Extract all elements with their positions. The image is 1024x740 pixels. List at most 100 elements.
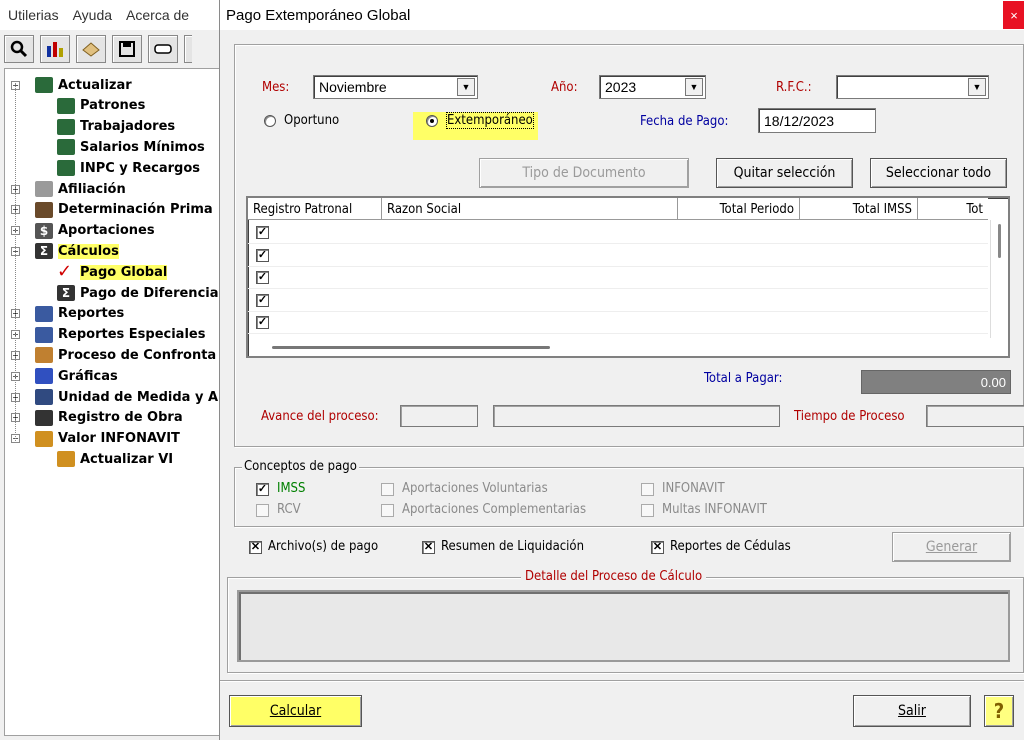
tree-item[interactable]: Patrones	[57, 96, 145, 116]
quitar-seleccion-button[interactable]: Quitar selección	[716, 158, 853, 188]
tree-item[interactable]: Salarios Mínimos	[57, 137, 205, 157]
tree-item[interactable]: ✓ Pago Global	[57, 262, 168, 282]
row-checkbox[interactable]: ✓	[256, 248, 269, 262]
row-checkbox[interactable]: ✓	[256, 293, 269, 307]
aport-complementarias-checkbox[interactable]	[381, 504, 394, 517]
tree-item[interactable]: + Afiliación	[11, 179, 126, 199]
magnifier-icon[interactable]	[4, 35, 34, 63]
table-row[interactable]: ✓	[248, 312, 988, 334]
tools-icon[interactable]	[76, 35, 106, 63]
tree-item[interactable]: Actualizar VI	[57, 449, 173, 469]
salir-button[interactable]: Salir	[853, 695, 971, 727]
tree-item-label: Proceso de Confronta	[58, 347, 217, 363]
people-icon	[57, 97, 75, 114]
resumen-liquidacion-checkbox[interactable]: ✕	[422, 541, 435, 554]
tree-item[interactable]: − Σ Cálculos	[11, 241, 119, 261]
tree-item-label: INPC y Recargos	[80, 160, 201, 176]
close-icon[interactable]: ×	[1003, 1, 1024, 29]
rcv-checkbox[interactable]	[256, 504, 269, 517]
aport-voluntarias-checkbox[interactable]	[381, 483, 394, 496]
calcular-button[interactable]: Calcular	[229, 695, 362, 727]
radio-oportuno[interactable]	[264, 115, 276, 127]
tree-item-label: Cálculos	[58, 243, 119, 259]
col-registro-patronal[interactable]: Registro Patronal	[248, 198, 382, 220]
mes-value: Noviembre	[319, 79, 387, 95]
tree-item-label: Determinación Prima	[58, 202, 213, 218]
navigation-tree: − Actualizar Patrones Trabajadores Salarios …	[4, 68, 221, 736]
reports-icon	[35, 305, 53, 322]
dialog-title: Pago Extemporáneo Global	[226, 6, 411, 24]
tree-item[interactable]: − Actualizar	[11, 75, 132, 95]
menu-acerca-de[interactable]: Acerca de	[126, 7, 189, 23]
tree-item[interactable]: Σ Pago de Diferencias	[57, 283, 220, 303]
chart-icon[interactable]	[40, 35, 70, 63]
tree-item[interactable]: INPC y Recargos	[57, 158, 200, 178]
tree-item-label: Reportes	[58, 306, 125, 322]
tree-item[interactable]: + Reportes	[11, 304, 124, 324]
grid-horizontal-scrollbar[interactable]	[272, 346, 550, 349]
avance-box	[400, 405, 478, 427]
help-icon[interactable]: ?	[984, 695, 1014, 727]
tree-item-label: Gráficas	[58, 368, 118, 384]
menu-utilerias[interactable]: Utilerias	[8, 7, 59, 23]
aport-complementarias-label: Aportaciones Complementarias	[402, 502, 587, 517]
table-row[interactable]: ✓	[248, 245, 988, 267]
money-bag-icon	[35, 430, 53, 447]
tree-item[interactable]: + Reportes Especiales	[11, 325, 205, 345]
radio-extemporaneo[interactable]	[426, 115, 438, 127]
grid-header: Registro Patronal Razon Social Total Per…	[248, 198, 988, 220]
anio-select[interactable]: 2023 ▼	[599, 75, 706, 99]
chevron-down-icon[interactable]: ▼	[685, 78, 703, 96]
multas-infonavit-checkbox[interactable]	[641, 504, 654, 517]
table-row[interactable]: ✓	[248, 267, 988, 289]
col-total-periodo[interactable]: Total Periodo	[678, 198, 800, 220]
tree-item[interactable]: Trabajadores	[57, 117, 175, 137]
tree-item-label: Patrones	[80, 98, 146, 114]
tree-item[interactable]: + $ Aportaciones	[11, 221, 155, 241]
archivos-pago-checkbox[interactable]: ✕	[249, 541, 262, 554]
save-icon[interactable]	[112, 35, 142, 63]
more-icon[interactable]	[184, 35, 192, 63]
tree-item[interactable]: − Valor INFONAVIT	[11, 429, 180, 449]
chevron-down-icon[interactable]: ▼	[457, 78, 475, 96]
tree-item[interactable]: + Gráficas	[11, 366, 118, 386]
row-checkbox[interactable]: ✓	[256, 271, 269, 284]
anio-value: 2023	[605, 79, 637, 95]
mes-select[interactable]: Noviembre ▼	[313, 75, 478, 99]
tree-item[interactable]: + Unidad de Medida y A	[11, 387, 218, 407]
table-row[interactable]: ✓	[248, 222, 988, 244]
rfc-select[interactable]: ▼	[836, 75, 989, 99]
tipo-documento-button[interactable]: Tipo de Documento	[479, 158, 689, 188]
conceptos-title: Conceptos de pago	[242, 459, 359, 474]
menu-ayuda[interactable]: Ayuda	[73, 7, 112, 23]
calculator-icon	[35, 389, 53, 405]
chevron-down-icon[interactable]: ▼	[968, 78, 986, 96]
tree-item[interactable]: + Determinación Prima	[11, 200, 213, 220]
row-checkbox[interactable]: ✓	[256, 316, 269, 329]
reportes-cedulas-checkbox[interactable]: ✕	[651, 541, 664, 554]
fecha-pago-input[interactable]: 18/12/2023	[758, 108, 876, 133]
tree-item-label: Aportaciones	[58, 223, 155, 239]
seleccionar-todo-button[interactable]: Seleccionar todo	[870, 158, 1007, 188]
people-icon	[57, 160, 75, 177]
generar-button[interactable]: Generar	[892, 532, 1011, 562]
col-total-imss[interactable]: Total IMSS	[800, 198, 918, 220]
aport-voluntarias-label: Aportaciones Voluntarias	[402, 481, 548, 496]
table-row[interactable]: ✓	[248, 290, 988, 312]
archivos-pago-label: Archivo(s) de pago	[268, 539, 379, 554]
grid-vertical-scrollbar[interactable]	[990, 220, 1008, 338]
radio-extemporaneo-label: Extemporáneo	[446, 112, 534, 129]
infonavit-checkbox[interactable]	[641, 483, 654, 496]
col-razon-social[interactable]: Razon Social	[382, 198, 678, 220]
tiempo-label: Tiempo de Proceso	[794, 409, 905, 424]
tree-item-label: Registro de Obra	[58, 410, 183, 426]
scroll-thumb[interactable]	[998, 224, 1001, 258]
tree-item[interactable]: + Proceso de Confronta	[11, 345, 216, 365]
imss-label: IMSS	[277, 481, 306, 496]
row-checkbox[interactable]: ✓	[256, 226, 269, 239]
imss-checkbox[interactable]: ✓	[256, 483, 269, 496]
button-icon[interactable]	[148, 35, 178, 63]
rcv-label: RCV	[277, 502, 301, 517]
col-tot[interactable]: Tot	[918, 198, 988, 220]
tree-item[interactable]: + Registro de Obra	[11, 408, 183, 428]
